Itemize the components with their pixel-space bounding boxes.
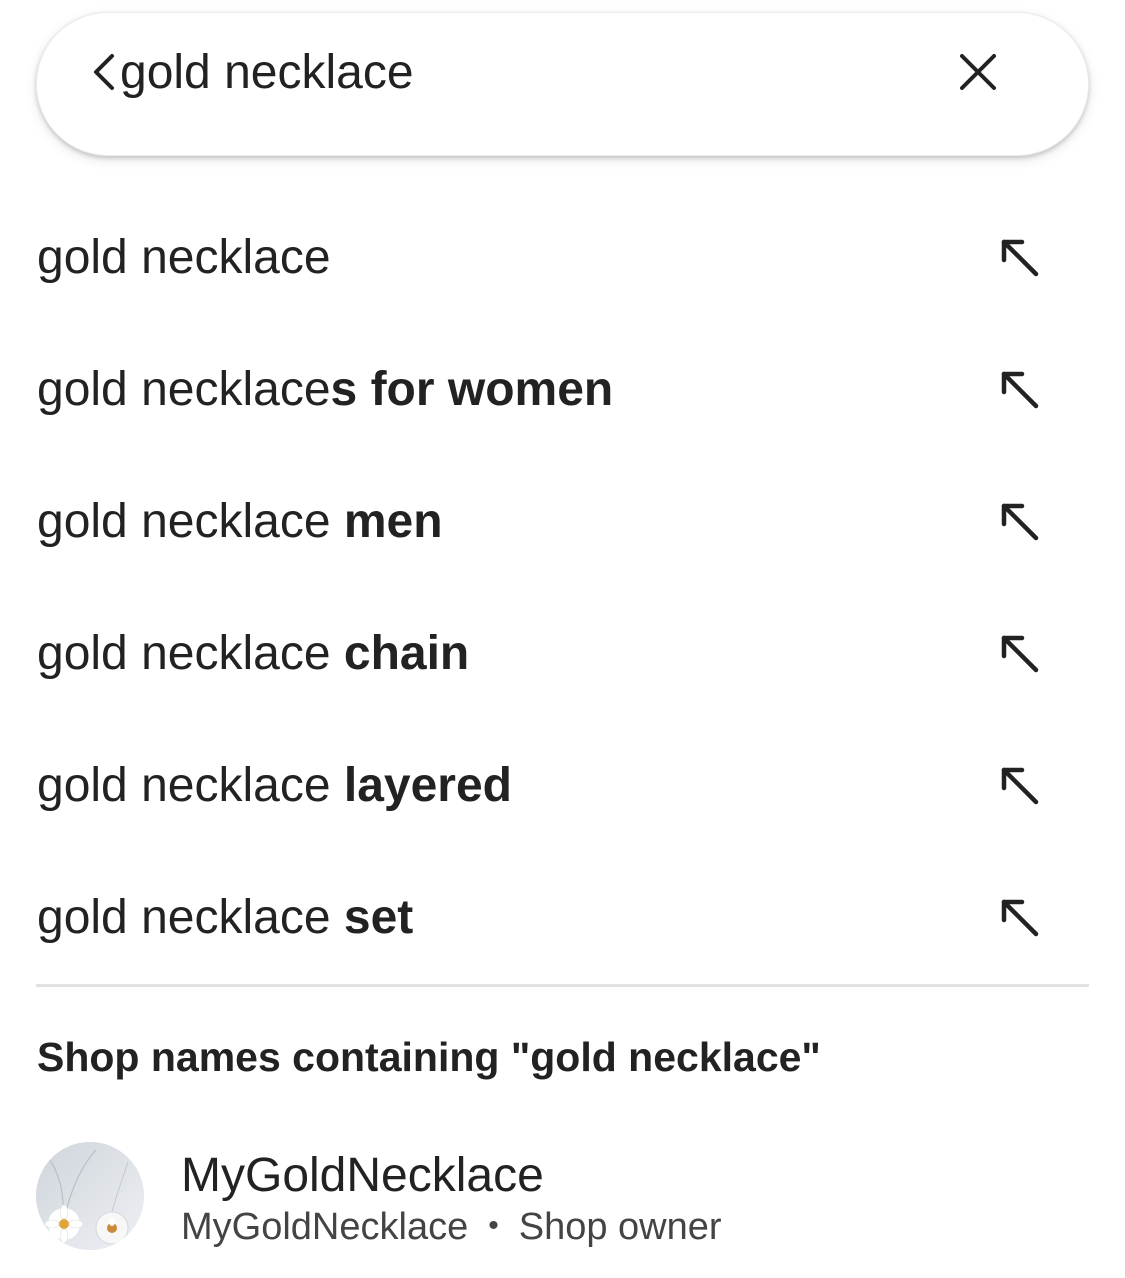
- arrow-up-left-icon[interactable]: [996, 366, 1044, 414]
- arrow-up-left-icon[interactable]: [996, 498, 1044, 546]
- suggestion-label: gold necklace set: [37, 888, 413, 948]
- suggestion-suffix: men: [343, 495, 443, 548]
- suggestion-prefix: gold necklace: [37, 759, 344, 812]
- arrow-up-left-icon[interactable]: [996, 762, 1044, 810]
- suggestion-label: gold necklace chain: [37, 624, 469, 684]
- close-icon[interactable]: [956, 50, 1000, 94]
- arrow-up-left-icon[interactable]: [996, 234, 1044, 282]
- suggestion-suffix: set: [343, 891, 414, 944]
- bullet-separator: •: [488, 1209, 499, 1242]
- shop-avatar: [36, 1142, 144, 1250]
- suggestion-suffix: chain: [343, 627, 470, 680]
- section-divider: [36, 984, 1089, 987]
- suggestion-suffix: layered: [343, 759, 512, 812]
- suggestion-label: gold necklaces for women: [37, 360, 613, 420]
- search-input[interactable]: [120, 40, 920, 104]
- shop-meta: MyGoldNecklace • Shop owner: [181, 1206, 722, 1249]
- suggestion-item[interactable]: gold necklace layered: [0, 720, 1125, 852]
- suggestion-label: gold necklace layered: [37, 756, 512, 816]
- suggestion-item[interactable]: gold necklace chain: [0, 588, 1125, 720]
- arrow-up-left-icon[interactable]: [996, 630, 1044, 678]
- arrow-up-left-icon[interactable]: [996, 894, 1044, 942]
- suggestion-prefix: gold necklace: [37, 231, 331, 284]
- suggestion-item[interactable]: gold necklace set: [0, 852, 1125, 984]
- suggestion-list: gold necklace gold necklaces for women g…: [0, 192, 1125, 984]
- shop-owner-role: Shop owner: [518, 1206, 722, 1248]
- suggestion-label: gold necklace men: [37, 492, 443, 552]
- shops-section-heading: Shop names containing "gold necklace": [37, 1034, 821, 1080]
- shop-result[interactable]: MyGoldNecklace MyGoldNecklace • Shop owner: [0, 1130, 1125, 1270]
- shop-name: MyGoldNecklace: [181, 1149, 544, 1202]
- suggestion-prefix: gold necklace: [37, 891, 344, 944]
- suggestion-item[interactable]: gold necklace: [0, 192, 1125, 324]
- suggestion-prefix: gold necklace: [37, 363, 331, 416]
- shop-owner-name: MyGoldNecklace: [181, 1206, 469, 1248]
- suggestion-prefix: gold necklace: [37, 495, 344, 548]
- suggestion-item[interactable]: gold necklace men: [0, 456, 1125, 588]
- suggestion-label: gold necklace: [37, 228, 331, 288]
- suggestion-item[interactable]: gold necklaces for women: [0, 324, 1125, 456]
- suggestion-prefix: gold necklace: [37, 627, 344, 680]
- shop-avatar-image: [36, 1142, 144, 1250]
- suggestion-suffix: s for women: [330, 363, 614, 416]
